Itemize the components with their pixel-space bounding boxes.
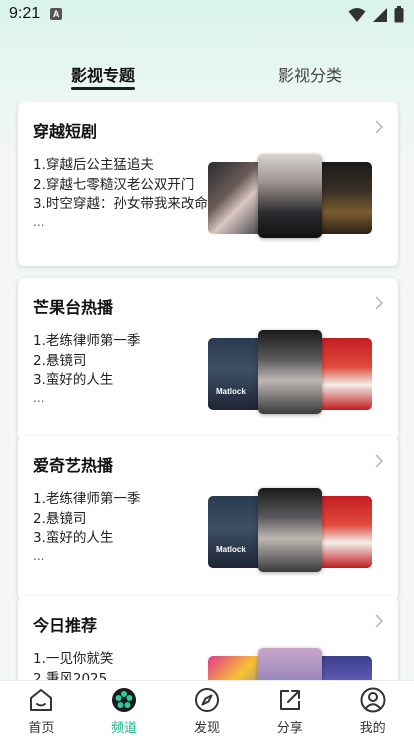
more-ellipsis: ...: [33, 390, 45, 405]
poster-image: [316, 338, 372, 410]
card-item-list: 1.老练律师第一季 2.悬镜司 3.蛮好的人生 ...: [33, 332, 208, 405]
more-ellipsis: ...: [33, 548, 45, 563]
nav-channel[interactable]: 频道: [94, 681, 154, 736]
topic-list[interactable]: 穿越短剧 1.穿越后公主猛追夫 2.穿越七零糙汉老公双开门 3.时空穿越：孙女带…: [0, 102, 414, 680]
home-icon: [30, 689, 53, 711]
tab-topics[interactable]: 影视专题: [71, 62, 135, 86]
poster-image: Matlock: [208, 496, 264, 568]
topic-card-mango-tv[interactable]: 芒果台热播 1.老练律师第一季 2.悬镜司 3.蛮好的人生 ... Matloc…: [18, 278, 398, 442]
poster-stack[interactable]: [208, 154, 378, 240]
card-title: 芒果台热播: [33, 298, 114, 317]
nav-label: 频道: [111, 721, 138, 736]
active-tab-indicator: [71, 87, 135, 90]
list-item[interactable]: 2.穿越七零糙汉老公双开门: [33, 176, 213, 196]
chevron-right-icon[interactable]: [374, 120, 384, 134]
nav-label: 分享: [276, 721, 303, 736]
poster-image: [316, 162, 372, 234]
list-item[interactable]: 3.蛮好的人生: [33, 529, 208, 549]
poster-image: [208, 656, 264, 680]
share-icon: [279, 690, 300, 710]
profile-icon: [360, 687, 386, 713]
tab-categories[interactable]: 影视分类: [278, 62, 342, 86]
nav-label: 我的: [359, 721, 386, 736]
nav-label: 首页: [28, 721, 55, 736]
list-item[interactable]: 1.一见你就笑: [33, 650, 208, 670]
poster-image: [208, 162, 264, 234]
poster-image: [258, 330, 322, 414]
poster-stack[interactable]: Matlock: [208, 488, 378, 574]
topic-card-time-travel[interactable]: 穿越短剧 1.穿越后公主猛追夫 2.穿越七零糙汉老公双开门 3.时空穿越：孙女带…: [18, 102, 398, 266]
chevron-right-icon[interactable]: [374, 454, 384, 468]
list-item[interactable]: 1.老练律师第一季: [33, 332, 208, 352]
more-ellipsis: ...: [33, 214, 45, 229]
list-item[interactable]: 3.蛮好的人生: [33, 371, 208, 391]
top-tabs: 影视专题 影视分类: [0, 58, 414, 94]
wifi-icon: [348, 7, 366, 22]
signal-icon: [373, 7, 387, 22]
card-title: 穿越短剧: [33, 122, 98, 141]
poster-image: [258, 488, 322, 572]
list-item[interactable]: 1.老练律师第一季: [33, 490, 208, 510]
poster-image: [258, 648, 322, 680]
bottom-nav: 首页 频道 发现 分享 我的: [0, 680, 414, 736]
status-bar: 9:21 A: [0, 0, 414, 28]
nav-profile[interactable]: 我的: [343, 681, 403, 736]
list-item[interactable]: 2.悬镜司: [33, 510, 208, 530]
poster-image: [316, 496, 372, 568]
card-title: 爱奇艺热播: [33, 456, 114, 475]
topic-card-daily-picks[interactable]: 今日推荐 1.一见你就笑 2.秉风2025: [18, 596, 398, 680]
chevron-right-icon[interactable]: [374, 296, 384, 310]
poster-title: Matlock: [216, 387, 246, 396]
card-item-list: 1.老练律师第一季 2.悬镜司 3.蛮好的人生 ...: [33, 490, 208, 563]
topic-card-iqiyi[interactable]: 爱奇艺热播 1.老练律师第一季 2.悬镜司 3.蛮好的人生 ... Matloc…: [18, 436, 398, 600]
poster-image: [258, 154, 322, 238]
poster-image: Matlock: [208, 338, 264, 410]
list-item[interactable]: 2.悬镜司: [33, 352, 208, 372]
status-time: 9:21: [9, 5, 41, 22]
card-item-list: 1.一见你就笑 2.秉风2025: [33, 650, 208, 680]
card-title: 今日推荐: [33, 616, 98, 635]
poster-title: Matlock: [216, 545, 246, 554]
nav-label: 发现: [193, 721, 220, 736]
list-item[interactable]: 1.穿越后公主猛追夫: [33, 156, 208, 176]
compass-icon: [194, 688, 219, 712]
poster-image: [316, 656, 372, 680]
notification-icon: A: [50, 8, 63, 20]
poster-stack[interactable]: Matlock: [208, 330, 378, 416]
chevron-right-icon[interactable]: [374, 614, 384, 628]
battery-icon: [394, 6, 404, 23]
film-reel-icon: [112, 688, 137, 712]
list-item[interactable]: 3.时空穿越：孙女带我来改命: [33, 195, 208, 215]
list-item[interactable]: 2.秉风2025: [33, 670, 208, 681]
nav-share[interactable]: 分享: [260, 681, 320, 736]
nav-home[interactable]: 首页: [11, 681, 71, 736]
poster-stack[interactable]: [208, 648, 378, 680]
card-item-list: 1.穿越后公主猛追夫 2.穿越七零糙汉老公双开门 3.时空穿越：孙女带我来改命 …: [33, 156, 208, 229]
status-icons: [348, 6, 404, 23]
nav-discover[interactable]: 发现: [177, 681, 237, 736]
